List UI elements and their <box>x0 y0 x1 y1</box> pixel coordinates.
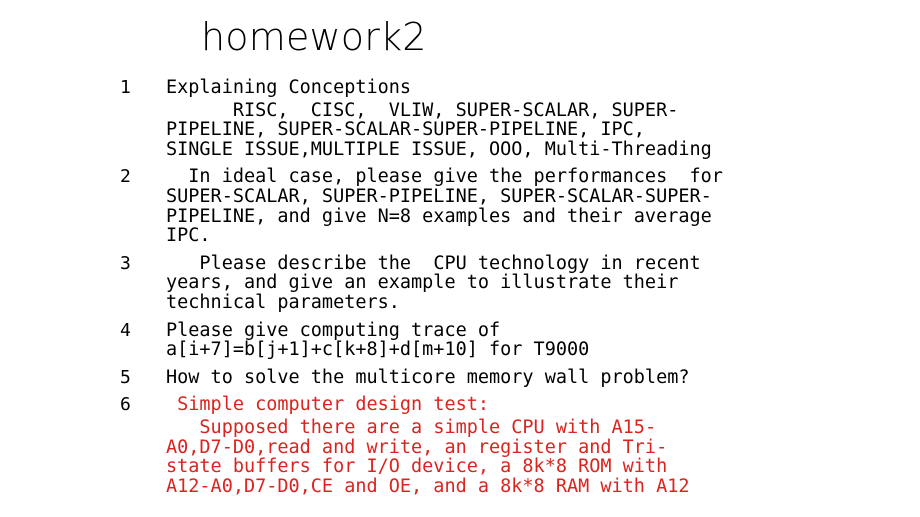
list-item-number: 4 <box>120 319 131 341</box>
list-item: 2 In ideal case, please give the perform… <box>0 166 920 246</box>
list-item-paragraph: Supposed there are a simple CPU with A15… <box>166 416 690 497</box>
slide-canvas: homework2 1 Explaining Conceptions RISC,… <box>0 0 920 517</box>
list-item: 5 How to solve the multicore memory wall… <box>0 366 920 388</box>
list-item: 4 Please give computing trace of a[i+7]=… <box>0 319 920 360</box>
list-item: 6 Simple computer design test: Supposed … <box>0 395 920 496</box>
list-item-number: 6 <box>120 394 131 416</box>
list-item-paragraph: RISC, CISC, VLIW, SUPER-SCALAR, SUPER- P… <box>166 99 712 160</box>
list-item: 1 Explaining Conceptions RISC, CISC, VLI… <box>0 77 920 160</box>
list-item-number: 3 <box>120 252 131 274</box>
list-item-number: 1 <box>120 77 131 98</box>
list-item-number: 2 <box>120 166 131 188</box>
list-item-number: 5 <box>120 366 131 388</box>
question-list: 1 Explaining Conceptions RISC, CISC, VLI… <box>0 77 920 497</box>
page-title: homework2 <box>201 15 427 59</box>
list-item: 3 Please describe the CPU technology in … <box>0 252 920 313</box>
